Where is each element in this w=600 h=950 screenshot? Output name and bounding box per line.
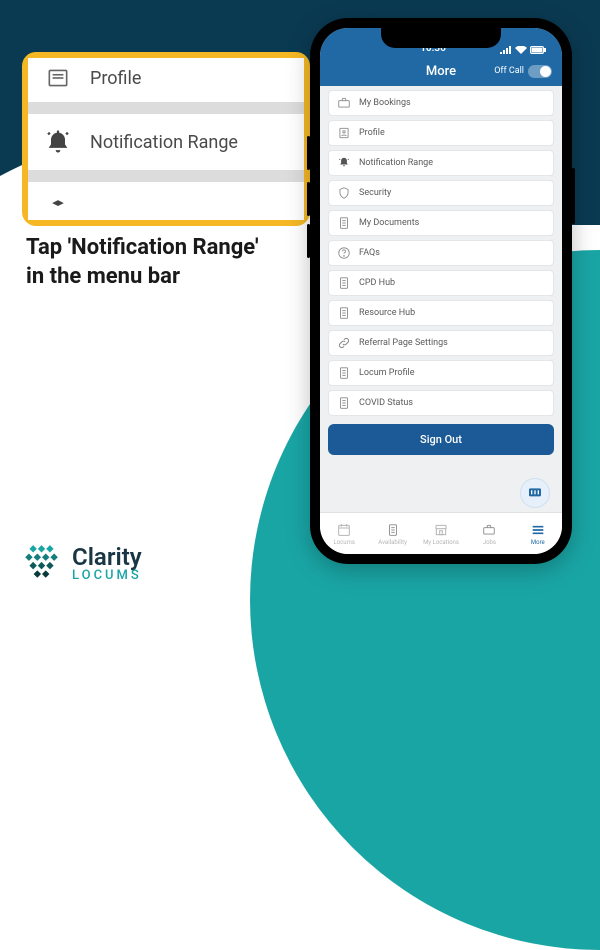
store-icon: [432, 522, 450, 538]
document-icon: [337, 216, 351, 230]
phone-screen: 10:36 More Off Call My BookingsProfileNo…: [320, 28, 562, 554]
menu-item-bookings[interactable]: My Bookings: [328, 90, 554, 116]
document-icon: [337, 306, 351, 320]
menu-item-profile[interactable]: Profile: [328, 120, 554, 146]
sign-out-button[interactable]: Sign Out: [328, 424, 554, 455]
toggle-switch[interactable]: [528, 65, 552, 78]
chat-fab[interactable]: [520, 478, 550, 508]
menu-item-faqs[interactable]: FAQs: [328, 240, 554, 266]
cap-icon: [44, 192, 72, 220]
menu-item-label: FAQs: [359, 248, 380, 258]
status-indicators: [500, 46, 546, 54]
document-icon: [337, 366, 351, 380]
callout-label-main: Notification Range: [90, 132, 238, 153]
menu-item-label: Profile: [359, 128, 385, 138]
menu-list: My Bookings Profile Notification Range Secu…: [320, 86, 562, 416]
menu-item-covid[interactable]: COVID Status: [328, 390, 554, 416]
menu-item-label: My Documents: [359, 218, 419, 228]
tab-availability[interactable]: Availability: [368, 513, 416, 554]
tab-label: More: [531, 539, 545, 546]
tab-locums[interactable]: Locums: [320, 513, 368, 554]
menu-item-cpd[interactable]: CPD Hub: [328, 270, 554, 296]
shield-icon: [337, 186, 351, 200]
briefcase-icon: [480, 522, 498, 538]
callout-label-prev: Profile: [90, 68, 141, 89]
phone-frame: 10:36 More Off Call My BookingsProfileNo…: [310, 18, 572, 564]
menu-item-resource[interactable]: Resource Hub: [328, 300, 554, 326]
question-icon: [337, 246, 351, 260]
toggle-label: Off Call: [494, 66, 524, 76]
briefcase-icon: [337, 96, 351, 110]
profile-icon: [337, 126, 351, 140]
tab-label: Locums: [333, 539, 354, 546]
tab-label: Availability: [378, 539, 407, 546]
menu-item-label: Referral Page Settings: [359, 338, 448, 348]
nav-title: More: [426, 64, 456, 79]
menu-icon: [529, 522, 547, 538]
callout-row-next: [28, 182, 304, 220]
brand-mark-icon: [20, 542, 62, 584]
menu-item-label: CPD Hub: [359, 278, 395, 288]
menu-item-label: Security: [359, 188, 391, 198]
bell-icon: [44, 128, 72, 156]
menu-item-label: Resource Hub: [359, 308, 415, 318]
nav-bar: More Off Call: [320, 56, 562, 86]
calendar-icon: [335, 522, 353, 538]
tab-jobs[interactable]: Jobs: [465, 513, 513, 554]
menu-item-security[interactable]: Security: [328, 180, 554, 206]
bell-icon: [337, 156, 351, 170]
menu-item-label: Notification Range: [359, 158, 433, 168]
document-icon: [337, 396, 351, 410]
menu-item-locum[interactable]: Locum Profile: [328, 360, 554, 386]
profile-icon: [44, 64, 72, 92]
menu-item-label: COVID Status: [359, 398, 413, 408]
tab-label: My Locations: [423, 539, 459, 546]
document-icon: [384, 522, 402, 538]
callout-zoom: Profile Notification Range: [22, 52, 310, 226]
off-call-toggle[interactable]: Off Call: [494, 65, 552, 78]
menu-item-label: My Bookings: [359, 98, 411, 108]
menu-item-referral[interactable]: Referral Page Settings: [328, 330, 554, 356]
callout-row-prev: Profile: [28, 58, 304, 102]
brand-sub: Locums: [72, 569, 142, 582]
menu-item-notif[interactable]: Notification Range: [328, 150, 554, 176]
tab-my-locations[interactable]: My Locations: [417, 513, 465, 554]
document-icon: [337, 276, 351, 290]
menu-item-label: Locum Profile: [359, 368, 415, 378]
tab-label: Jobs: [483, 539, 496, 546]
brand-name: Clarity: [72, 545, 142, 569]
tab-bar: Locums Availability My Locations Jobs More: [320, 512, 562, 554]
brand-logo: Clarity Locums: [20, 542, 142, 584]
link-icon: [337, 336, 351, 350]
callout-row-main: Notification Range: [28, 114, 304, 170]
instruction-text: Tap 'Notification Range' in the menu bar: [26, 234, 276, 291]
menu-item-docs[interactable]: My Documents: [328, 210, 554, 236]
tab-more[interactable]: More: [514, 513, 562, 554]
